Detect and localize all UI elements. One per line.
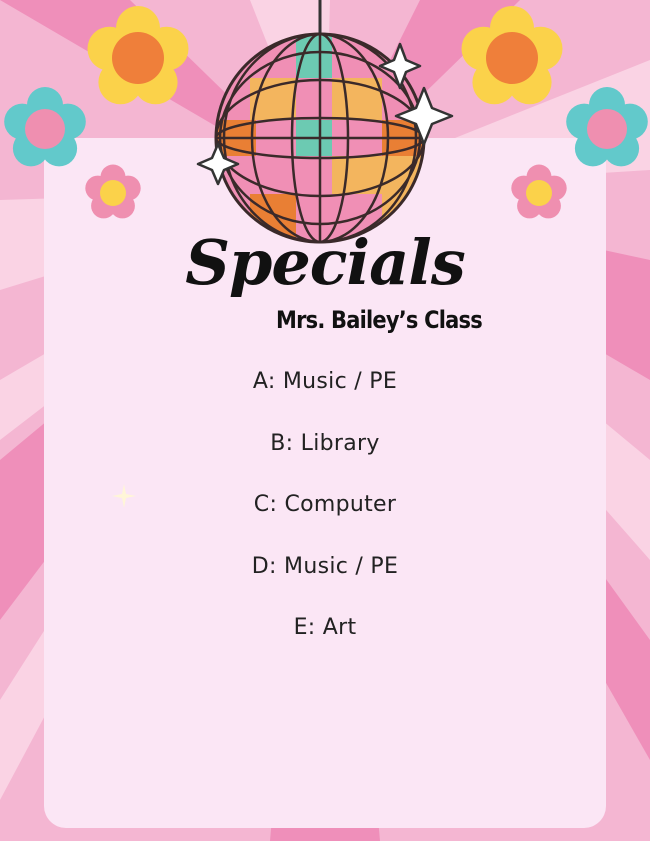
schedule-item: E: Art: [293, 615, 357, 640]
schedule-item: B: Library: [270, 430, 380, 456]
class-name: Mrs. Bailey’s Class: [276, 306, 483, 334]
schedule-item: C: Computer: [253, 492, 397, 517]
page-title: Specials: [185, 226, 466, 299]
pink-flower-icon: [511, 164, 567, 219]
teal-flower-icon: [4, 87, 86, 167]
specials-schedule: A: Music / PE B: Library C: Computer D: …: [0, 362, 650, 670]
yellow-flower-icon: [87, 6, 189, 105]
disco-ball-icon: [196, 0, 454, 244]
pink-flower-icon: [85, 164, 141, 219]
yellow-flower-icon: [461, 6, 563, 105]
teal-flower-icon: [566, 87, 648, 167]
flyer-page: Specials Mrs. Bailey’s Class A: Music / …: [0, 0, 650, 841]
schedule-item: A: Music / PE: [252, 369, 398, 394]
schedule-item: D: Music / PE: [251, 553, 399, 579]
